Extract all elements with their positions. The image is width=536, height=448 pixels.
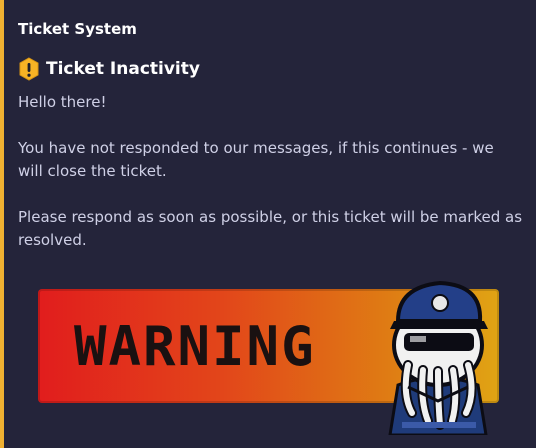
description-line-warning: You have not responded to our messages, …	[18, 139, 494, 180]
warning-icon	[19, 57, 39, 81]
embed-title-row: Ticket Inactivity	[18, 56, 200, 82]
embed-description: Hello there! You have not responded to o…	[18, 91, 523, 275]
embed-author: Ticket System	[18, 20, 137, 38]
description-line-greeting: Hello there!	[18, 93, 107, 111]
embed-title: Ticket Inactivity	[46, 59, 200, 79]
warning-banner-text: WARNING	[74, 315, 316, 378]
ticket-embed: Ticket System Ticket Inactivity Hello th…	[0, 0, 536, 448]
embed-accent-bar	[0, 0, 4, 448]
description-line-request: Please respond as soon as possible, or t…	[18, 208, 523, 249]
police-mascot-icon	[388, 280, 488, 435]
embed-image[interactable]: WARNING	[38, 275, 508, 435]
